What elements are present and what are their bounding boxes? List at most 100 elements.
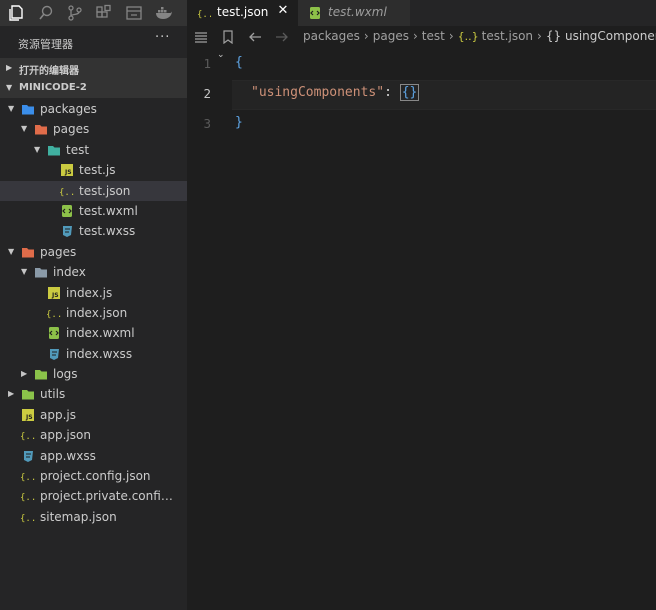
- tree-folder-item[interactable]: ▶ logs: [0, 364, 187, 384]
- line-text: {: [235, 55, 243, 70]
- code-line[interactable]: 3 }: [187, 110, 656, 140]
- tree-folder-item[interactable]: ▼ index: [0, 262, 187, 282]
- line-text: }: [235, 115, 243, 130]
- chevron-right-icon[interactable]: ▶: [8, 389, 18, 398]
- json-file-icon: {..}: [60, 184, 74, 198]
- remote-icon[interactable]: [125, 4, 143, 22]
- tab-label: test.json: [217, 5, 269, 19]
- more-actions-button[interactable]: ···: [155, 31, 171, 48]
- breadcrumb-toolbar: packages › pages › test › {..} test.json ›{} usi…: [187, 26, 656, 48]
- folder-icon: [21, 102, 35, 116]
- explorer-title: 资源管理器: [18, 38, 73, 51]
- json-value: {}: [399, 84, 420, 101]
- tree-file-item[interactable]: {..} project.private.config.js...: [0, 486, 187, 506]
- code-line[interactable]: 1 ⌄ {: [187, 50, 656, 80]
- tree-item-label: index: [53, 265, 86, 280]
- json-file-icon: {..}: [197, 6, 211, 20]
- code-line-current[interactable]: 2 "usingComponents": {}: [187, 80, 656, 110]
- tree-folder-item[interactable]: ▼ pages: [0, 119, 187, 139]
- open-editors-section[interactable]: ▶ 打开的编辑器: [0, 58, 187, 78]
- explorer-header: 资源管理器 ···: [0, 26, 187, 58]
- json-file-icon: {..}: [457, 30, 479, 43]
- tree-folder-item[interactable]: ▼ pages: [0, 242, 187, 262]
- svg-text:{..}: {..}: [21, 432, 35, 442]
- json-file-icon: {..}: [21, 428, 35, 442]
- chevron-right-icon: ▶: [6, 63, 13, 72]
- folder-icon: [34, 265, 48, 279]
- back-arrow-icon[interactable]: [246, 28, 264, 46]
- tree-item-label: sitemap.json: [40, 509, 117, 524]
- chevron-down-icon[interactable]: ▼: [34, 145, 44, 154]
- tree-file-item[interactable]: index.wxss: [0, 344, 187, 364]
- file-tree: ▼ packages ▼ pages ▼ test JS test.js {..} test.js…: [0, 99, 187, 527]
- tree-file-item[interactable]: JS test.js: [0, 160, 187, 180]
- tree-item-label: pages: [40, 244, 77, 259]
- breadcrumb-item[interactable]: test: [422, 29, 445, 43]
- svg-text:{..}: {..}: [21, 473, 35, 483]
- folder-icon: [47, 143, 61, 157]
- chevron-right-icon[interactable]: ▶: [21, 369, 31, 378]
- tree-folder-item[interactable]: ▶ utils: [0, 384, 187, 404]
- chevron-down-icon[interactable]: ▼: [21, 267, 31, 276]
- object-symbol-icon: {}: [545, 29, 562, 43]
- tab-test-json[interactable]: {..} test.json ✕: [187, 0, 298, 26]
- tree-file-item[interactable]: test.wxml: [0, 201, 187, 221]
- tree-file-item[interactable]: {..} app.json: [0, 425, 187, 445]
- line-number: 3: [203, 116, 211, 131]
- tree-folder-item[interactable]: ▼ test: [0, 140, 187, 160]
- wxss-file-icon: [60, 224, 74, 238]
- forward-arrow-icon[interactable]: [273, 28, 291, 46]
- chevron-right-icon: ›: [537, 29, 542, 43]
- line-number: 1: [203, 56, 211, 71]
- folder-icon: [34, 367, 48, 381]
- open-editors-label: 打开的编辑器: [19, 66, 79, 77]
- close-brace: }: [235, 115, 243, 130]
- tree-file-item[interactable]: test.wxss: [0, 221, 187, 241]
- docker-icon[interactable]: [155, 4, 173, 22]
- json-key: "usingComponents": [251, 85, 385, 100]
- tree-file-item[interactable]: JS index.js: [0, 283, 187, 303]
- breadcrumb-item-current[interactable]: usingComponents: [565, 29, 656, 43]
- tree-item-label: project.config.json: [40, 469, 151, 484]
- tree-item-label: index.wxss: [66, 346, 133, 361]
- bookmark-icon[interactable]: [219, 28, 237, 46]
- tree-file-item[interactable]: index.wxml: [0, 323, 187, 343]
- extensions-icon[interactable]: [95, 4, 113, 22]
- open-brace: {: [235, 55, 243, 70]
- tree-file-item[interactable]: JS app.js: [0, 405, 187, 425]
- tree-file-item[interactable]: {..} sitemap.json: [0, 507, 187, 527]
- json-file-icon: {..}: [21, 469, 35, 483]
- folder-icon: [21, 387, 35, 401]
- explorer-icon[interactable]: [7, 4, 25, 22]
- tree-file-item[interactable]: {..} index.json: [0, 303, 187, 323]
- workspace-section[interactable]: ▼ MINICODE-2: [0, 78, 187, 98]
- tree-folder-item[interactable]: ▼ packages: [0, 99, 187, 119]
- fold-chevron-icon[interactable]: ⌄: [217, 50, 225, 60]
- chevron-down-icon[interactable]: ▼: [8, 104, 18, 113]
- chevron-right-icon: ›: [363, 29, 369, 43]
- tab-test-wxml[interactable]: test.wxml: [298, 0, 410, 26]
- close-icon[interactable]: ✕: [275, 3, 291, 21]
- tree-item-label: app.wxss: [40, 448, 96, 463]
- tree-item-label: test.wxml: [79, 203, 138, 218]
- chevron-down-icon[interactable]: ▼: [8, 247, 18, 256]
- svg-text:{..}: {..}: [197, 10, 211, 20]
- tree-file-item[interactable]: {..} project.config.json: [0, 466, 187, 486]
- breadcrumb-item[interactable]: test.json: [482, 29, 533, 43]
- tree-file-item[interactable]: app.wxss: [0, 446, 187, 466]
- tree-item-label: packages: [40, 102, 97, 116]
- svg-text:JS: JS: [25, 414, 33, 421]
- breadcrumb-item[interactable]: packages: [303, 29, 360, 43]
- code-editor[interactable]: 1 ⌄ { 2 "usingComponents": {} 3 }: [187, 50, 656, 140]
- list-icon[interactable]: [192, 28, 210, 46]
- svg-text:JS: JS: [64, 169, 72, 176]
- search-icon[interactable]: [37, 4, 55, 22]
- tree-item-label: app.js: [40, 407, 76, 422]
- breadcrumb-item[interactable]: pages: [373, 29, 409, 43]
- source-control-icon[interactable]: [66, 4, 84, 22]
- line-text: "usingComponents": {}: [251, 84, 420, 101]
- chevron-down-icon[interactable]: ▼: [21, 124, 31, 133]
- tree-file-item[interactable]: {..} test.json: [0, 180, 187, 201]
- js-file-icon: JS: [60, 163, 74, 177]
- json-file-icon: {..}: [47, 306, 61, 320]
